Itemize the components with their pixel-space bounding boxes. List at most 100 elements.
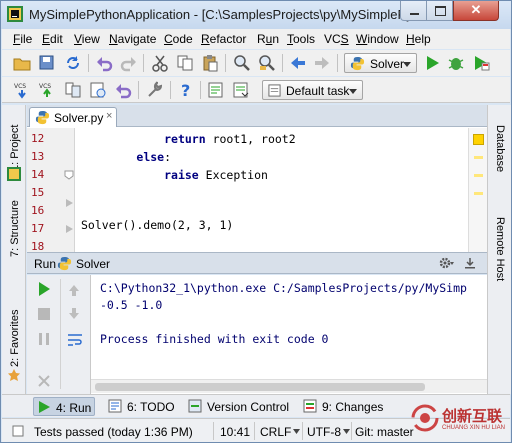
scrollbar-thumb[interactable] [95, 383, 425, 391]
find-icon[interactable] [233, 54, 251, 72]
status-separator [351, 422, 352, 440]
close-icon[interactable] [36, 373, 52, 389]
run-config-name: Solver [76, 257, 111, 271]
minimize-button[interactable] [400, 1, 427, 21]
scroll-up-icon[interactable] [67, 283, 81, 297]
run-icon [39, 401, 50, 413]
run-gutter-icon[interactable] [64, 224, 74, 234]
debug-icon[interactable] [447, 54, 465, 72]
switch-task-icon[interactable] [232, 81, 250, 99]
run-with-coverage-icon[interactable] [472, 54, 490, 72]
scroll-down-icon[interactable] [67, 307, 81, 321]
run-panel-header: Run Solver [27, 252, 487, 274]
console-horizontal-scrollbar[interactable] [91, 379, 487, 393]
watermark-title: 创新互联 [442, 407, 503, 425]
remote-host-tool-tab[interactable]: Remote Host [494, 217, 506, 281]
redo-icon[interactable] [120, 54, 138, 72]
menu-window[interactable]: Window [356, 32, 399, 46]
run-icon[interactable] [423, 54, 441, 72]
status-icon[interactable] [12, 425, 24, 437]
warning-marker[interactable] [474, 192, 483, 195]
project-tool-tab[interactable]: 1: Project [9, 125, 21, 171]
error-stripe[interactable] [468, 128, 487, 252]
code-editor: Solver.py × 12 13 14 15 16 17 18 return … [27, 105, 487, 253]
python-file-icon [35, 110, 50, 125]
line-number: 14 [31, 168, 45, 181]
warning-marker[interactable] [474, 156, 483, 159]
console-line: -0.5 -1.0 [100, 298, 163, 312]
structure-tool-tab[interactable]: 7: Structure [9, 200, 21, 257]
fold-marker-icon[interactable] [64, 170, 74, 180]
toolbar-separator [88, 54, 89, 72]
menu-view[interactable]: View [74, 32, 100, 46]
vcs-history-icon[interactable] [89, 81, 107, 99]
run-console[interactable]: C:\Python32_1\python.exe C:/SamplesProje… [91, 275, 487, 394]
menu-code[interactable]: Code [164, 32, 193, 46]
run-configuration-select[interactable]: Solver [344, 53, 417, 73]
menu-help[interactable]: Help [406, 32, 431, 46]
left-tool-strip: 1: Project 7: Structure 2: Favorites [2, 105, 26, 394]
chevron-down-icon [293, 429, 300, 434]
task-select[interactable]: Default task [262, 80, 363, 100]
back-arrow-icon[interactable] [289, 54, 307, 72]
maximize-button[interactable] [427, 1, 453, 21]
version-control-tool-button[interactable]: Version Control [185, 397, 295, 416]
caret-position[interactable]: 10:41 [220, 425, 250, 439]
stop-icon[interactable] [36, 306, 52, 322]
changes-tool-button[interactable]: 9: Changes [300, 397, 390, 416]
menu-edit[interactable]: Edit [42, 32, 63, 46]
menu-navigate[interactable]: Navigate [109, 32, 156, 46]
warning-indicator[interactable] [473, 134, 484, 145]
editor-tab-solver[interactable]: Solver.py × [29, 107, 117, 127]
menu-tools[interactable]: Tools [287, 32, 315, 46]
python-config-icon [57, 256, 72, 271]
file-encoding[interactable]: UTF-8 [307, 425, 341, 439]
rerun-icon[interactable] [36, 281, 52, 297]
menu-file[interactable]: File [13, 32, 32, 46]
vcs-compare-icon[interactable] [64, 81, 82, 99]
help-icon[interactable]: ? [177, 81, 195, 99]
open-folder-icon[interactable] [13, 54, 31, 72]
menu-vcs[interactable]: VCS [324, 32, 349, 46]
undo-icon[interactable] [95, 54, 113, 72]
status-message: Tests passed (today 1:36 PM) [34, 425, 193, 439]
project-icon [7, 167, 21, 181]
vcs-revert-icon[interactable] [114, 81, 132, 99]
todo-tool-button[interactable]: 6: TODO [105, 397, 177, 416]
soft-wrap-icon[interactable] [67, 332, 83, 348]
line-separator[interactable]: CRLF [260, 425, 291, 439]
vcs-update-icon[interactable]: VCS [13, 81, 31, 99]
run-toolbar-divider [60, 279, 61, 389]
warning-marker[interactable] [474, 174, 483, 177]
star-icon [8, 369, 20, 381]
menu-run[interactable]: Run [257, 32, 279, 46]
menu-refactor[interactable]: Refactor [201, 32, 246, 46]
save-all-icon[interactable] [38, 54, 56, 72]
code-line: Solver().demo(2, 3, 1) [81, 218, 234, 232]
settings-wrench-icon[interactable] [146, 81, 164, 99]
vcs-branch[interactable]: Git: master [355, 425, 414, 439]
line-number: 15 [31, 186, 45, 199]
cut-icon[interactable] [151, 54, 169, 72]
database-tool-tab[interactable]: Database [494, 125, 506, 172]
menu-bar: File Edit View Navigate Code Refactor Ru… [2, 29, 510, 49]
run-gutter-icon[interactable] [64, 198, 74, 208]
run-tool-button[interactable]: 4: Run [33, 397, 95, 416]
synchronize-icon[interactable] [64, 54, 82, 72]
paste-icon[interactable] [201, 54, 219, 72]
pycharm-app-icon [7, 6, 23, 22]
gear-icon[interactable] [438, 256, 454, 270]
forward-arrow-icon[interactable] [313, 54, 331, 72]
vcs-commit-icon[interactable]: VCS [38, 81, 56, 99]
changes-icon [303, 399, 317, 413]
close-window-button[interactable]: ✕ [453, 1, 499, 21]
tasks-icon[interactable] [207, 81, 225, 99]
copy-icon[interactable] [176, 54, 194, 72]
toolbar-separator [170, 81, 171, 99]
close-tab-icon[interactable]: × [106, 110, 112, 122]
hide-panel-icon[interactable] [463, 256, 477, 270]
pause-icon[interactable] [36, 331, 52, 347]
favorites-tool-tab[interactable]: 2: Favorites [9, 310, 21, 367]
replace-icon[interactable] [258, 54, 276, 72]
main-toolbar: Solver [2, 50, 510, 76]
